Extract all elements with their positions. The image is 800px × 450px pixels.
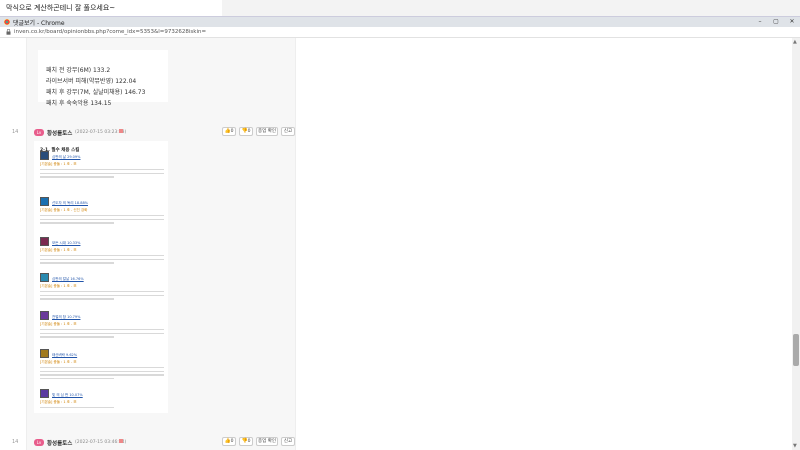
chrome-icon: [4, 19, 10, 25]
like-button[interactable]: 👍0: [222, 127, 236, 136]
report-button[interactable]: 신고: [281, 127, 295, 136]
skill-description: [40, 407, 164, 411]
quote-button[interactable]: 종업 확인: [256, 437, 278, 446]
dislike-button[interactable]: 👎0: [239, 127, 253, 136]
lock-icon: [6, 29, 11, 35]
skill-description: [40, 169, 164, 180]
skill-tripod: [기본술] 충돌 : 1 조 - 보: [40, 400, 77, 404]
flag-icon: [119, 439, 123, 443]
like-button[interactable]: 👍0: [222, 437, 236, 446]
stat-line: 패치 후 숙숙악용 134.15: [46, 100, 112, 107]
skill-icon: [40, 311, 49, 320]
dislike-count: 0: [247, 129, 251, 134]
like-count: 0: [230, 129, 234, 134]
skill-name: 심판의 칼날 16.76%: [52, 277, 84, 281]
background-window: 막식으로 계산하곤테니 잘 풀으세요~: [0, 0, 800, 16]
title-bar: 댓글보기 - Chrome – ▢ ✕: [0, 16, 800, 27]
skill-description: [40, 367, 164, 381]
dislike-count: 0: [247, 439, 251, 444]
skill-name: 선도자 의 독리 18.88%: [52, 201, 89, 205]
skill-description: [40, 255, 164, 266]
stats-text-box: 패치 전 강무(6M) 133.2 라이브서버 피해(약뮤반영) 122.04 …: [38, 50, 168, 107]
skill-icon: [40, 389, 49, 398]
level-badge: Lv: [34, 439, 44, 446]
skill-description: [40, 215, 164, 226]
stat-line: 패치 후 강무(7M, 실날미채용) 146.73: [46, 89, 146, 96]
scroll-up-arrow-icon[interactable]: ▲: [793, 39, 797, 45]
minimize-button[interactable]: –: [752, 17, 768, 27]
quote-button[interactable]: 종업 확인: [256, 127, 278, 136]
like-count: 0: [230, 439, 234, 444]
scrollbar-thumb[interactable]: [793, 334, 799, 366]
flag-icon: [119, 129, 123, 133]
skill-icon: [40, 197, 49, 206]
skill-name: 천벌의 창 10.79%: [52, 315, 81, 319]
close-button[interactable]: ✕: [784, 17, 800, 27]
report-button[interactable]: 신고: [281, 437, 295, 446]
comment-author[interactable]: 황성롤토스: [47, 129, 72, 137]
skill-tripod: [기본술] 충돌 : 1 조 - 보: [40, 248, 77, 252]
skill-description: [40, 329, 164, 340]
skill-tripod: [기본술] 충돌 : 1 조 - 보: [40, 162, 77, 166]
skill-icon: [40, 273, 49, 282]
dislike-button[interactable]: 👎0: [239, 437, 253, 446]
skill-name: 심판의 날 29.09%: [52, 155, 81, 159]
comment-image: 2-1. 필수 채용 스킬 심판의 날 29.09% [기본술] 충돌 : 1 조…: [34, 141, 168, 413]
stat-line: 라이브서버 피해(약뮤반영) 122.04: [46, 78, 137, 85]
skill-name: 모든 시대 10.33%: [52, 241, 81, 245]
skill-description: [40, 291, 164, 302]
comment-header: 14 Lv 황성롤토스 (2022-07-15 03:46:04) 👍0 👎0 …: [12, 436, 296, 450]
skill-tripod: [기본술] 충돌 : 1 조 - 보: [40, 322, 77, 326]
vertical-scrollbar[interactable]: ▲ ▼: [792, 38, 800, 450]
comment-number: 14: [12, 439, 19, 445]
maximize-button[interactable]: ▢: [768, 17, 784, 27]
window-title: 댓글보기 - Chrome: [13, 20, 65, 27]
level-badge: Lv: [34, 129, 44, 136]
comment-header: 14 Lv 황성롤토스 (2022-07-15 03:23:23) 👍0 👎0 …: [12, 126, 296, 140]
stat-line: 패치 전 강무(6M) 133.2: [46, 67, 111, 74]
skill-name: 빛 의 심 판 10.07%: [52, 393, 83, 397]
url-text: inven.co.kr/board/opinionbbs.php?come_id…: [14, 29, 207, 35]
background-window-area: [222, 0, 800, 16]
page-viewport: 패치 전 강무(6M) 133.2 라이브서버 피해(약뮤반영) 122.04 …: [0, 38, 800, 450]
address-bar[interactable]: inven.co.kr/board/opinionbbs.php?come_id…: [0, 27, 800, 38]
skill-tripod: [기본술] 충돌 : 1 조 - 보: [40, 360, 77, 364]
skill-name: 태산벼락 9.62%: [52, 353, 78, 357]
skill-icon: [40, 151, 49, 160]
skill-icon: [40, 349, 49, 358]
background-window-text: 막식으로 계산하곤테니 잘 풀으세요~: [6, 4, 116, 12]
comment-number: 14: [12, 129, 19, 135]
skill-tripod: [기본술] 충돌 : 1 조 - 신진 강화: [40, 208, 88, 212]
skill-icon: [40, 237, 49, 246]
skill-tripod: [기본술] 충돌 : 1 조 - 보: [40, 284, 77, 288]
scroll-down-arrow-icon[interactable]: ▼: [793, 443, 797, 449]
comment-author[interactable]: 황성롤토스: [47, 439, 72, 447]
